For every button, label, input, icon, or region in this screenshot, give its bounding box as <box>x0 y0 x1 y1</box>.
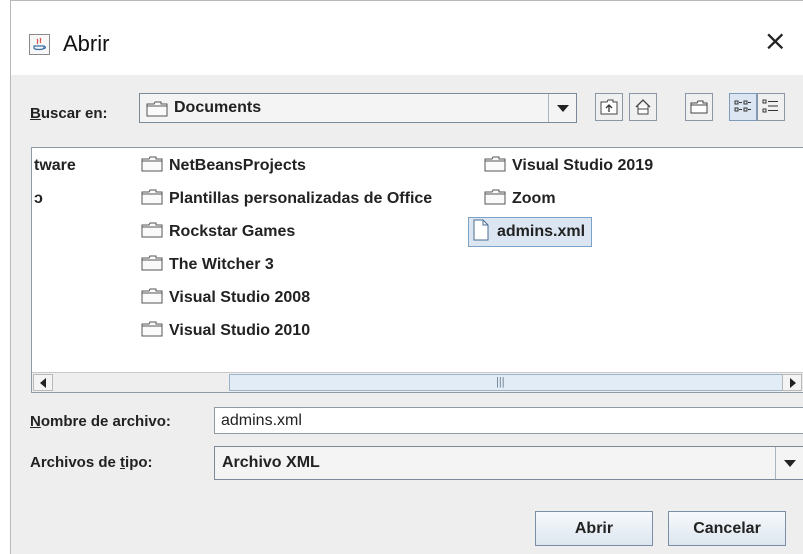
home-button[interactable] <box>629 93 657 121</box>
scroll-left-icon[interactable] <box>33 374 53 391</box>
look-in-combo[interactable]: Documents <box>139 93 577 123</box>
file-type-label: Archivos de tipo: <box>30 454 153 471</box>
scroll-right-icon[interactable] <box>782 374 802 391</box>
file-name-label: Nombre de archivo: <box>30 413 171 430</box>
file-name-input[interactable] <box>221 412 781 430</box>
scroll-grip: ||| <box>496 376 505 388</box>
file-list[interactable]: tware ɔ NetBeansProjects Plantillas pers… <box>31 147 803 393</box>
up-folder-button[interactable] <box>595 93 623 121</box>
list-view-icon <box>734 100 751 112</box>
window-title: Abrir <box>63 31 110 56</box>
file-name-field[interactable] <box>214 407 803 434</box>
cancel-button[interactable]: Cancelar <box>668 511 786 546</box>
list-item[interactable]: Plantillas personalizadas de Office <box>141 187 432 211</box>
list-item-selected[interactable]: admins.xml <box>468 217 593 247</box>
details-view-icon <box>762 99 778 113</box>
list-item[interactable]: Visual Studio 2019 <box>484 154 653 178</box>
list-view-button[interactable] <box>729 93 757 121</box>
close-icon[interactable]: × <box>764 27 787 55</box>
list-item[interactable]: NetBeansProjects <box>141 154 306 178</box>
list-item[interactable]: Rockstar Games <box>141 220 295 244</box>
file-type-combo[interactable]: Archivo XML <box>214 446 803 480</box>
folder-icon <box>141 222 163 238</box>
folder-icon <box>484 189 506 205</box>
chevron-down-icon[interactable] <box>775 447 803 479</box>
list-item[interactable]: Zoom <box>484 187 556 211</box>
file-type-value: Archivo XML <box>222 454 320 471</box>
folder-icon <box>141 156 163 172</box>
chevron-down-icon[interactable] <box>548 94 576 122</box>
file-chooser-dialog: Abrir × Buscar en: Documents tware ɔ Net… <box>10 0 803 554</box>
details-view-button[interactable] <box>757 93 785 121</box>
folder-icon <box>141 189 163 205</box>
folder-icon <box>141 321 163 337</box>
open-button[interactable]: Abrir <box>535 511 653 546</box>
java-app-icon <box>29 34 50 55</box>
list-item[interactable]: Visual Studio 2008 <box>141 286 310 310</box>
list-item[interactable]: The Witcher 3 <box>141 253 274 277</box>
new-folder-icon <box>690 100 708 114</box>
list-item[interactable]: ɔ <box>34 187 43 211</box>
home-icon <box>635 99 651 115</box>
folder-icon <box>146 101 168 117</box>
title-bar: Abrir × <box>11 1 803 75</box>
list-item[interactable]: Visual Studio 2010 <box>141 319 310 343</box>
scroll-thumb[interactable]: ||| <box>229 374 783 391</box>
folder-icon <box>141 288 163 304</box>
folder-icon <box>141 255 163 271</box>
look-in-value: Documents <box>174 99 262 116</box>
list-item[interactable]: tware <box>34 154 76 178</box>
up-folder-icon <box>600 99 618 115</box>
folder-icon <box>484 156 506 172</box>
horizontal-scrollbar[interactable]: ||| <box>32 372 803 392</box>
new-folder-button[interactable] <box>685 93 713 121</box>
look-in-label: Buscar en: <box>30 105 108 122</box>
file-icon <box>471 219 491 241</box>
